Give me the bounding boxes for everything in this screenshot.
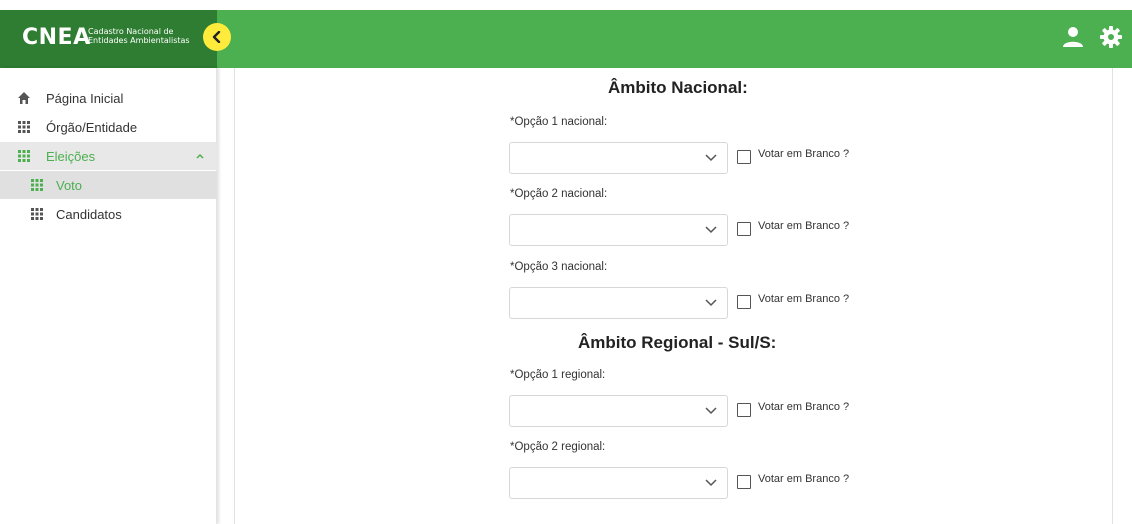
checkbox-box[interactable] (737, 475, 751, 489)
home-icon (18, 92, 30, 104)
sidebar-item-pagina-inicial[interactable]: Página Inicial (0, 84, 217, 112)
chevron-down-icon (705, 154, 717, 162)
section-title-nacional: Âmbito Nacional: (608, 78, 748, 97)
checkbox-branco-nacional-3[interactable]: Votar em Branco ? (737, 293, 850, 309)
checkbox-branco-regional-2[interactable]: Votar em Branco ? (737, 473, 850, 489)
chevron-down-icon (705, 479, 717, 487)
checkbox-box[interactable] (737, 403, 751, 417)
sidebar-item-eleicoes[interactable]: Eleições (0, 142, 217, 170)
chevron-down-icon (705, 299, 717, 307)
gear-icon (1100, 26, 1122, 48)
grid-icon (31, 179, 43, 191)
sidebar-item-label: Candidatos (56, 207, 122, 222)
field-label-nacional-1: *Opção 1 nacional: (510, 116, 608, 128)
field-label-nacional-3: *Opção 3 nacional: (510, 261, 608, 273)
sidebar-item-candidatos[interactable]: Candidatos (0, 200, 217, 228)
logo-subtitle: Cadastro Nacional de Entidades Ambiental… (88, 27, 190, 45)
field-label-regional-1: *Opção 1 regional: (510, 369, 606, 381)
sidebar-item-label: Voto (56, 178, 83, 193)
logo-subtitle-line1: Cadastro Nacional de (88, 27, 174, 36)
user-icon (1063, 27, 1083, 47)
checkbox-label: Votar em Branco ? (758, 293, 850, 305)
main-content: Âmbito Nacional: *Opção 1 nacional: Vota… (234, 68, 1113, 524)
sidebar-item-label: Página Inicial (46, 91, 124, 106)
select-nacional-3[interactable] (509, 287, 728, 319)
checkbox-branco-nacional-2[interactable]: Votar em Branco ? (737, 220, 850, 236)
checkbox-box[interactable] (737, 150, 751, 164)
chevron-down-icon (705, 407, 717, 415)
section-title-regional: Âmbito Regional - Sul/S: (578, 333, 777, 352)
logo-subtitle-line2: Entidades Ambientalistas (88, 36, 190, 45)
chevron-up-icon (196, 153, 204, 159)
select-regional-1[interactable] (509, 395, 728, 427)
sidebar: Página Inicial Órgão/Entidade Eleições V… (0, 68, 217, 524)
chevron-left-icon (212, 31, 221, 43)
top-bar: CNEA Cadastro Nacional de Entidades Ambi… (0, 10, 1132, 68)
select-regional-2[interactable] (509, 467, 728, 499)
checkbox-label: Votar em Branco ? (758, 148, 850, 160)
checkbox-branco-nacional-1[interactable]: Votar em Branco ? (737, 148, 850, 164)
checkbox-box[interactable] (737, 222, 751, 236)
grid-icon (31, 208, 43, 220)
chevron-down-icon (705, 226, 717, 234)
checkbox-box[interactable] (737, 295, 751, 309)
select-nacional-2[interactable] (509, 214, 728, 246)
sidebar-item-orgao-entidade[interactable]: Órgão/Entidade (0, 113, 217, 141)
checkbox-label: Votar em Branco ? (758, 473, 850, 485)
brand-area: CNEA Cadastro Nacional de Entidades Ambi… (0, 10, 217, 68)
sidebar-item-label: Eleições (46, 149, 96, 164)
select-nacional-1[interactable] (509, 142, 728, 174)
sidebar-item-label: Órgão/Entidade (46, 120, 138, 135)
checkbox-branco-regional-1[interactable]: Votar em Branco ? (737, 401, 850, 417)
sidebar-item-voto[interactable]: Voto (0, 171, 217, 199)
page: CNEA Cadastro Nacional de Entidades Ambi… (0, 0, 1132, 524)
grid-icon (18, 121, 30, 133)
user-button[interactable] (1060, 24, 1086, 50)
logo-text: CNEA (22, 25, 91, 50)
sidebar-collapse-button[interactable] (203, 23, 231, 51)
grid-icon (18, 150, 30, 162)
checkbox-label: Votar em Branco ? (758, 220, 850, 232)
checkbox-label: Votar em Branco ? (758, 401, 850, 413)
field-label-regional-2: *Opção 2 regional: (510, 441, 606, 453)
settings-button[interactable] (1098, 24, 1124, 50)
field-label-nacional-2: *Opção 2 nacional: (510, 188, 608, 200)
